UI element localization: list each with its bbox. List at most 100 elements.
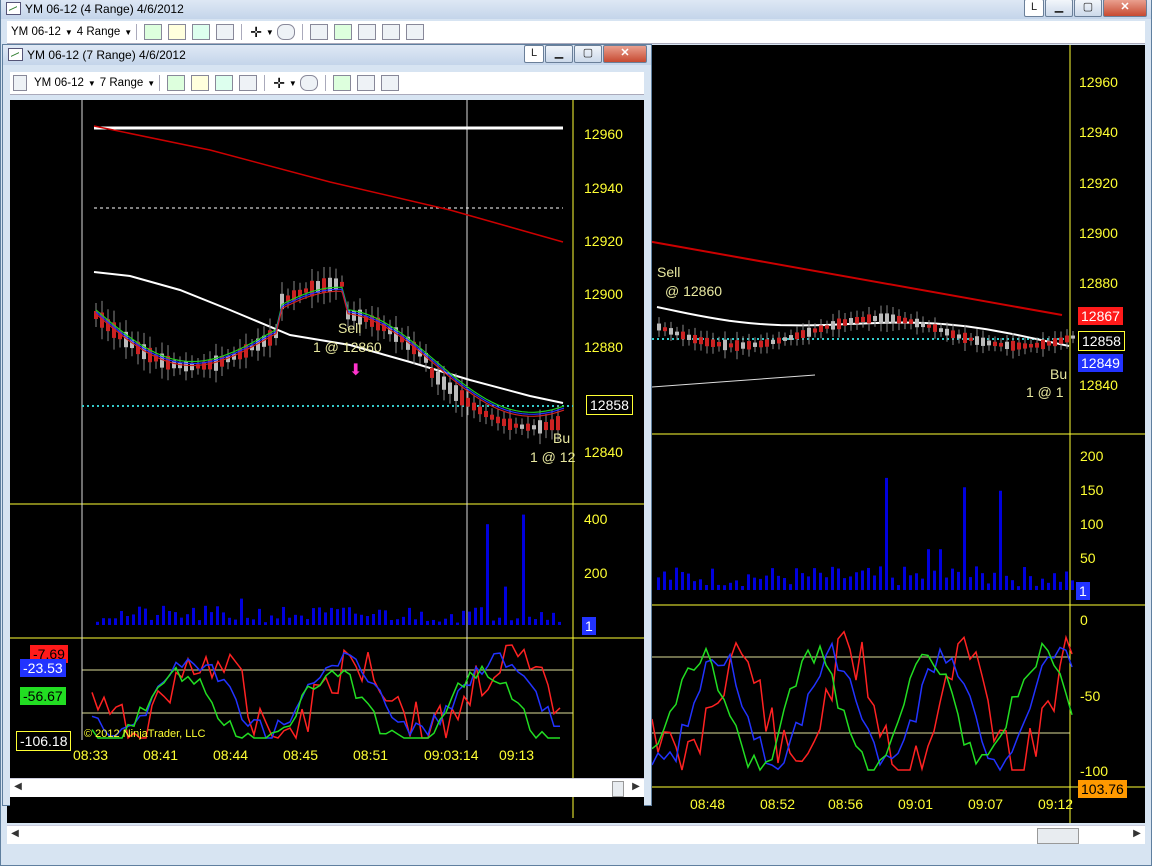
front-minimize-button[interactable]: ▁ <box>545 45 573 63</box>
front-volume-bar <box>360 614 363 625</box>
chart-trader-icon[interactable] <box>356 75 375 91</box>
front-period-select[interactable]: 7 Range ▼ <box>100 74 155 92</box>
front-instrument-select[interactable]: YM 06-12 ▼ <box>34 74 96 92</box>
front-close-button[interactable]: ✕ <box>603 45 647 63</box>
back-volume-bar <box>1029 576 1032 590</box>
crosshair-icon[interactable]: ✛ ▼ <box>250 23 274 41</box>
back-volume-bar <box>921 578 924 590</box>
front-volume-bar <box>180 617 183 625</box>
remove-drawing-icon[interactable] <box>239 75 258 91</box>
front-candle <box>472 402 476 411</box>
back-osc-tick: -100 <box>1080 763 1109 779</box>
scroll-left-icon[interactable]: ◀ <box>7 826 23 842</box>
back-candle <box>741 342 745 349</box>
front-volume-bar <box>300 615 303 625</box>
front-time-tick: 08:41 <box>143 747 179 763</box>
front-volume-bar <box>270 615 273 625</box>
back-time-tick: 08:52 <box>760 796 796 812</box>
front-time-tick: 09:03:14 <box>424 747 479 763</box>
back-candle <box>831 321 835 330</box>
remove-drawing-icon[interactable] <box>216 24 235 40</box>
back-volume-bar <box>837 568 840 590</box>
back-volume-bar <box>849 576 852 590</box>
strategies-icon[interactable] <box>332 75 351 91</box>
front-volume-bar <box>492 620 495 625</box>
front-candle <box>496 416 500 424</box>
back-price-tick: 12920 <box>1079 175 1118 191</box>
front-volume-bar <box>336 609 339 625</box>
back-close-button[interactable]: ✕ <box>1103 0 1147 17</box>
back-volume-bar <box>801 573 804 590</box>
chart-style-icon[interactable] <box>167 75 186 91</box>
back-title-bar[interactable]: YM 06-12 (4 Range) 4/6/2012 L ▁ ▢ ✕ <box>1 0 1151 19</box>
front-maximize-button[interactable]: ▢ <box>574 45 602 63</box>
back-scroll-thumb[interactable] <box>1037 828 1079 844</box>
front-volume-bar <box>546 619 549 625</box>
back-candle <box>1065 335 1069 343</box>
back-volume-bar <box>735 580 738 590</box>
front-scroll-thumb[interactable] <box>612 781 624 797</box>
back-volume-bar <box>783 578 786 590</box>
chart-trader-icon[interactable] <box>357 24 376 40</box>
back-candle <box>999 342 1003 347</box>
zoom-icon[interactable] <box>276 24 295 40</box>
scroll-right-icon[interactable]: ▶ <box>1129 826 1145 842</box>
front-candle <box>490 414 494 420</box>
scroll-right-icon[interactable]: ▶ <box>628 779 644 795</box>
back-candle <box>735 340 739 351</box>
front-volume-bar <box>468 611 471 625</box>
front-time-tick: 08:45 <box>283 747 319 763</box>
data-box-icon[interactable] <box>405 24 424 40</box>
back-buy-price: 1 @ 1 <box>1026 384 1064 400</box>
back-volume-bar <box>699 579 702 590</box>
back-volume-bar <box>861 570 864 590</box>
front-osc-badge-green: -56.67 <box>20 687 66 705</box>
front-volume-bar <box>354 613 357 625</box>
back-minimize-button[interactable]: ▁ <box>1045 0 1073 17</box>
strategies-icon[interactable] <box>333 24 352 40</box>
back-window-controls: L ▁ ▢ ✕ <box>1023 0 1147 17</box>
front-toolbar: YM 06-12 ▼ 7 Range ▼ ✛ ▼ <box>10 72 644 95</box>
front-volume-bar <box>264 622 267 625</box>
back-horizontal-scrollbar[interactable]: ◀ ▶ <box>7 825 1145 844</box>
front-volume-bar <box>480 607 483 625</box>
drawing-tool-icon[interactable] <box>191 75 210 91</box>
scroll-left-icon[interactable]: ◀ <box>10 779 26 795</box>
zoom-icon[interactable] <box>299 75 318 91</box>
front-volume-bar <box>198 620 201 625</box>
back-candle <box>765 339 769 347</box>
dollar-icon[interactable] <box>381 24 400 40</box>
properties-icon[interactable] <box>309 24 328 40</box>
front-volume-bar <box>420 611 423 625</box>
front-volume-bar <box>246 617 249 625</box>
front-title-bar[interactable]: YM 06-12 (7 Range) 4/6/2012 L ▁ ▢ ✕ <box>3 45 651 65</box>
back-volume-bar <box>951 568 954 590</box>
chevron-down-icon: ▼ <box>87 78 96 88</box>
front-volume-bar <box>258 608 261 625</box>
front-candle <box>502 418 506 426</box>
front-volume-bar <box>450 614 453 625</box>
toolbar-divider <box>264 75 266 91</box>
back-volume-bar <box>1023 567 1026 590</box>
front-horizontal-scrollbar[interactable]: ◀ ▶ <box>10 778 644 797</box>
back-instrument-select[interactable]: YM 06-12 ▼ <box>11 23 73 41</box>
back-volume-bar <box>693 581 696 590</box>
back-candle <box>759 340 763 348</box>
crosshair-icon[interactable]: ✛ ▼ <box>273 74 297 92</box>
chart-style-icon[interactable] <box>144 24 163 40</box>
back-candle <box>933 324 937 332</box>
front-volume-bar <box>552 612 555 625</box>
front-volume-bar <box>306 619 309 625</box>
back-candle <box>969 337 973 341</box>
data-box-icon[interactable] <box>380 75 399 91</box>
back-volume-bar <box>843 578 846 590</box>
front-link-button[interactable]: L <box>524 45 544 63</box>
drawing-tool-icon[interactable] <box>168 24 187 40</box>
add-indicator-icon[interactable] <box>215 75 234 91</box>
front-price-tick: 12920 <box>584 233 623 249</box>
back-period-select[interactable]: 4 Range ▼ <box>77 23 132 41</box>
back-maximize-button[interactable]: ▢ <box>1074 0 1102 17</box>
back-link-button[interactable]: L <box>1024 0 1044 17</box>
add-indicator-icon[interactable] <box>192 24 211 40</box>
back-volume-bar <box>711 568 714 590</box>
